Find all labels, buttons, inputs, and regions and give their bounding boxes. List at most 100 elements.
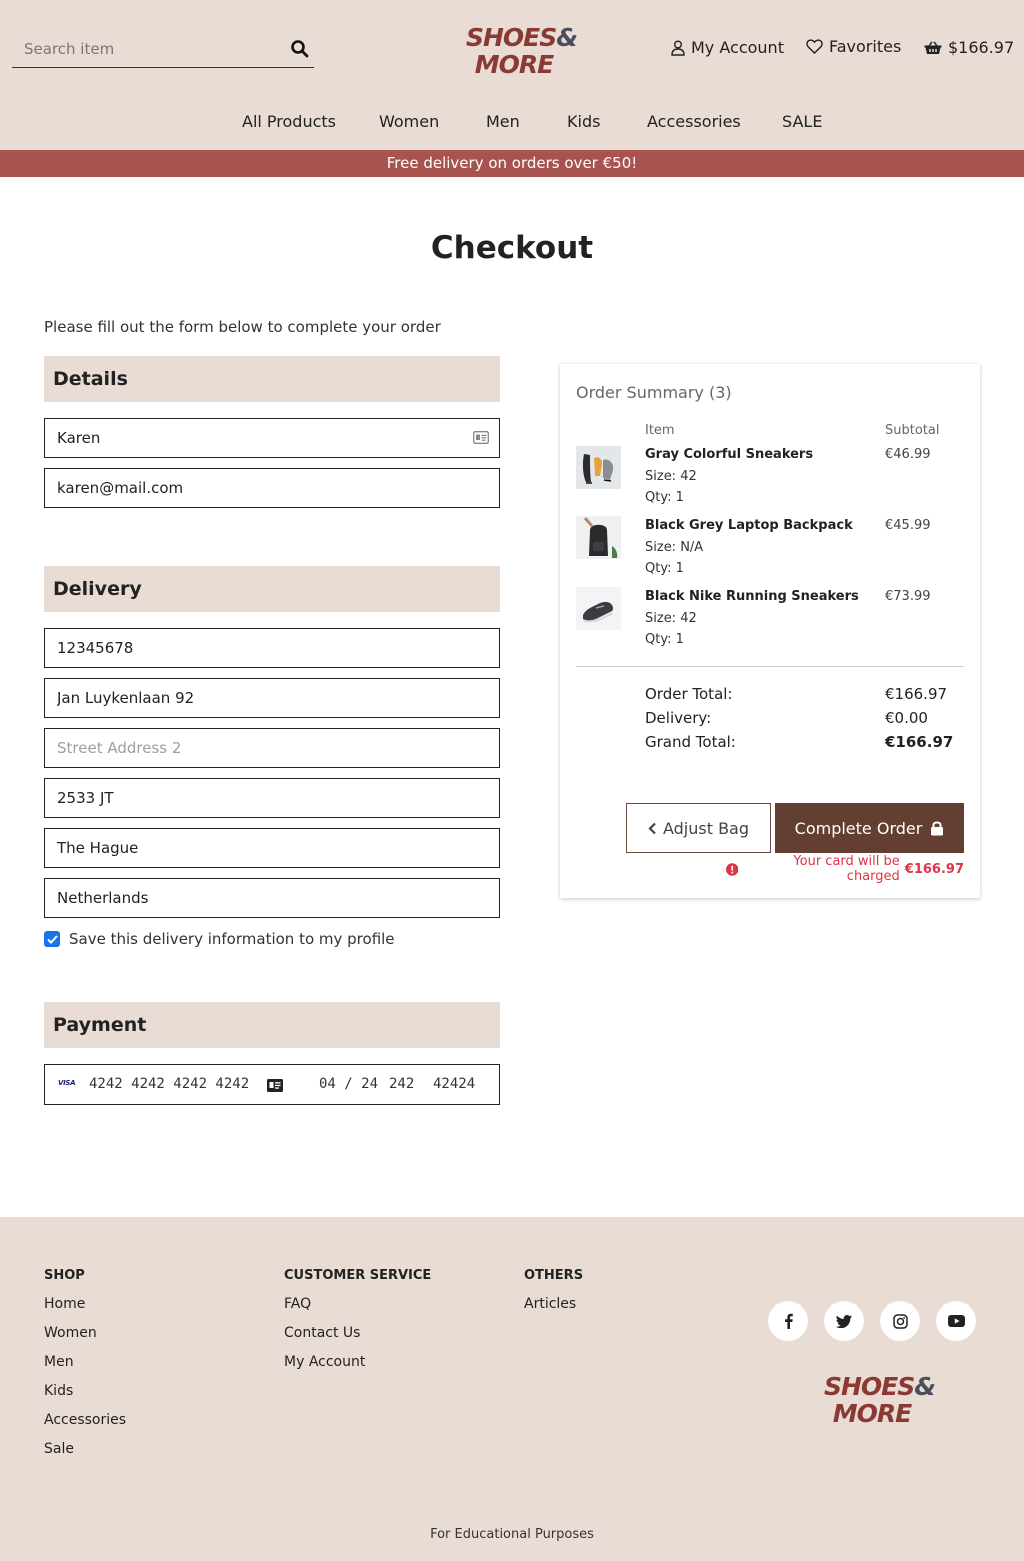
- user-icon: [671, 40, 685, 56]
- my-account-link[interactable]: My Account: [671, 38, 784, 57]
- logo-text-1: SHOES: [824, 1372, 915, 1401]
- street-address-1-field[interactable]: [44, 678, 500, 718]
- item-qty: Qty: 1: [645, 561, 684, 576]
- nav-men[interactable]: Men: [486, 112, 520, 131]
- footer-link-women[interactable]: Women: [44, 1325, 97, 1341]
- street-address-2-field[interactable]: [44, 728, 500, 768]
- street-address-1-input[interactable]: [45, 679, 499, 717]
- heart-icon: [806, 39, 823, 54]
- item-subtotal: €45.99: [885, 518, 931, 533]
- summary-divider: [576, 666, 964, 667]
- order-summary-card: Order Summary (3) Item Subtotal Gray Col…: [560, 364, 980, 898]
- footer-link-men[interactable]: Men: [44, 1354, 74, 1370]
- logo-text-1: SHOES: [466, 23, 557, 52]
- card-id-icon: [267, 1079, 283, 1092]
- save-info-label[interactable]: Save this delivery information to my pro…: [69, 930, 395, 948]
- item-name[interactable]: Black Grey Laptop Backpack: [645, 518, 853, 533]
- footer-note: For Educational Purposes: [430, 1527, 594, 1542]
- facebook-icon: [784, 1313, 793, 1329]
- charge-amount: €166.97: [904, 861, 964, 877]
- footer-link-accessories[interactable]: Accessories: [44, 1412, 126, 1428]
- country-field[interactable]: [44, 878, 500, 918]
- subtotal-column-header: Subtotal: [885, 423, 940, 438]
- save-info-checkbox[interactable]: [44, 931, 60, 947]
- site-logo[interactable]: SHOES& MORE: [466, 23, 578, 79]
- card-expiry-input[interactable]: 04 / 24: [319, 1076, 378, 1092]
- complete-order-button[interactable]: Complete Order: [775, 803, 964, 853]
- nav-women[interactable]: Women: [379, 112, 439, 131]
- footer-link-articles[interactable]: Articles: [524, 1296, 576, 1312]
- twitter-button[interactable]: [824, 1301, 864, 1341]
- youtube-button[interactable]: [936, 1301, 976, 1341]
- facebook-button[interactable]: [768, 1301, 808, 1341]
- item-column-header: Item: [645, 423, 675, 438]
- search-input[interactable]: [12, 30, 272, 67]
- street-address-2-input[interactable]: [45, 729, 499, 767]
- backpack-icon: [576, 516, 621, 559]
- item-size: Size: 42: [645, 469, 697, 484]
- card-element[interactable]: VISA 4242 4242 4242 4242 04 / 24 242 424…: [44, 1064, 500, 1105]
- search-icon[interactable]: [290, 39, 310, 59]
- item-name[interactable]: Black Nike Running Sneakers: [645, 589, 859, 604]
- favorites-link[interactable]: Favorites: [806, 37, 901, 56]
- promo-banner: Free delivery on orders over €50!: [0, 150, 1024, 177]
- page-title: Checkout: [430, 230, 594, 266]
- order-summary-title: Order Summary (3): [576, 383, 732, 402]
- item-name[interactable]: Gray Colorful Sneakers: [645, 447, 813, 462]
- footer-link-kids[interactable]: Kids: [44, 1383, 73, 1399]
- save-info-checkbox-row: Save this delivery information to my pro…: [44, 930, 395, 948]
- country-input[interactable]: [45, 879, 499, 917]
- search-bar: [12, 30, 314, 68]
- item-thumbnail[interactable]: [576, 587, 621, 630]
- footer-others-heading: OTHERS: [524, 1268, 584, 1283]
- footer-link-home[interactable]: Home: [44, 1296, 85, 1312]
- footer-logo[interactable]: SHOES& MORE: [824, 1372, 936, 1426]
- delivery-heading: Delivery: [44, 566, 500, 612]
- lock-icon: [931, 821, 944, 836]
- email-field[interactable]: [44, 468, 500, 508]
- item-subtotal: €46.99: [885, 447, 931, 462]
- email-input[interactable]: [45, 469, 499, 507]
- instagram-button[interactable]: [880, 1301, 920, 1341]
- card-zip-input[interactable]: 42424: [433, 1076, 475, 1092]
- postcode-field[interactable]: [44, 778, 500, 818]
- twitter-icon: [836, 1314, 852, 1328]
- contact-card-icon[interactable]: [473, 431, 489, 444]
- footer-link-contact-us[interactable]: Contact Us: [284, 1325, 360, 1341]
- nav-kids[interactable]: Kids: [567, 112, 600, 131]
- payment-heading: Payment: [44, 1002, 500, 1048]
- item-thumbnail[interactable]: [576, 446, 621, 489]
- card-cvc-input[interactable]: 242: [389, 1076, 414, 1092]
- youtube-icon: [947, 1315, 965, 1327]
- order-total-label: Order Total:: [645, 685, 733, 703]
- item-qty: Qty: 1: [645, 632, 684, 647]
- footer-link-faq[interactable]: FAQ: [284, 1296, 311, 1312]
- adjust-bag-label: Adjust Bag: [662, 818, 750, 838]
- exclamation-circle-icon: [726, 862, 739, 876]
- nav-accessories[interactable]: Accessories: [647, 112, 741, 131]
- full-name-field[interactable]: [44, 418, 500, 458]
- nav-all-products[interactable]: All Products: [242, 112, 336, 131]
- footer-link-my-account[interactable]: My Account: [284, 1354, 365, 1370]
- nav-sale[interactable]: SALE: [782, 112, 822, 131]
- footer-link-sale[interactable]: Sale: [44, 1441, 74, 1457]
- item-thumbnail[interactable]: [576, 516, 621, 559]
- order-total-value: €166.97: [885, 685, 948, 703]
- chevron-left-icon: [648, 822, 656, 834]
- card-number-input[interactable]: 4242 4242 4242 4242: [89, 1076, 249, 1092]
- page-subtitle: Please fill out the form below to comple…: [44, 318, 441, 336]
- city-input[interactable]: [45, 829, 499, 867]
- full-name-input[interactable]: [45, 419, 499, 457]
- cart-total: $166.97: [948, 38, 1015, 57]
- logo-text-2: MORE: [474, 50, 554, 79]
- phone-field[interactable]: [44, 628, 500, 668]
- postcode-input[interactable]: [45, 779, 499, 817]
- adjust-bag-button[interactable]: Adjust Bag: [626, 803, 771, 853]
- footer-shop-heading: SHOP: [44, 1268, 85, 1283]
- charge-text: Your card will be charged: [793, 854, 900, 884]
- item-size: Size: 42: [645, 611, 697, 626]
- phone-input[interactable]: [45, 629, 499, 667]
- city-field[interactable]: [44, 828, 500, 868]
- grand-total-value: €166.97: [885, 733, 954, 751]
- cart-link[interactable]: $166.97: [924, 38, 1014, 57]
